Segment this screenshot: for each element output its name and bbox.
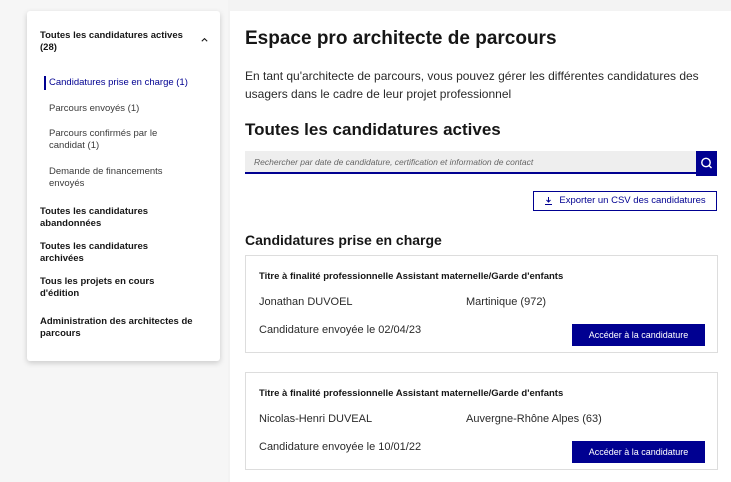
candidate-name: Jonathan DUVOEL [259,296,353,308]
sidebar-item-archivees[interactable]: Toutes les candidatures archivées [40,241,160,265]
section-title: Toutes les candidatures actives [245,120,501,139]
candidature-card: Titre à finalité professionnelle Assista… [245,255,718,353]
search-button[interactable] [696,151,717,176]
page-title: Espace pro architecte de parcours [245,28,557,49]
candidate-name: Nicolas-Henri DUVEAL [259,413,373,425]
sidebar-item-abandonnees[interactable]: Toutes les candidatures abandonnées [40,206,170,230]
open-candidature-button[interactable]: Accéder à la candidature [572,441,705,463]
sidebar-nav: Toutes les candidatures actives (28) Can… [27,11,220,361]
main-content: Espace pro architecte de parcours En tan… [230,11,731,482]
candidature-card: Titre à finalité professionnelle Assista… [245,372,718,470]
download-icon [545,197,553,205]
search-icon [701,157,712,169]
sidebar-item-projets-edition[interactable]: Tous les projets en cours d'édition [40,276,170,300]
list-title: Candidatures prise en charge [245,232,442,248]
candidate-region: Martinique (972) [466,296,547,308]
sidebar-item-administration[interactable]: Administration des architectes de parcou… [40,316,205,340]
search-input[interactable]: Rechercher par date de candidature, cert… [245,151,696,174]
sidebar-section-active[interactable]: Toutes les candidatures actives (28) [40,30,190,54]
sidebar-item-parcours-confirmes[interactable]: Parcours confirmés par le candidat (1) [49,128,169,152]
export-csv-label: Exporter un CSV des candidatures [559,195,706,206]
active-indicator [44,76,46,90]
candidate-region: Auvergne-Rhône Alpes (63) [466,413,602,425]
sidebar-item-parcours-envoyes[interactable]: Parcours envoyés (1) [49,103,189,115]
sidebar-item-prise-en-charge[interactable]: Candidatures prise en charge (1) [49,77,189,89]
candidature-date: Candidature envoyée le 10/01/22 [259,441,422,453]
sidebar-item-demande-financements[interactable]: Demande de financements envoyés [49,166,174,190]
open-candidature-button[interactable]: Accéder à la candidature [572,324,705,346]
candidature-date: Candidature envoyée le 02/04/23 [259,324,422,336]
export-csv-button[interactable]: Exporter un CSV des candidatures [533,191,717,211]
card-title: Titre à finalité professionnelle Assista… [259,388,564,399]
chevron-up-icon[interactable] [200,35,209,44]
intro-text: En tant qu'architecte de parcours, vous … [245,69,699,101]
card-title: Titre à finalité professionnelle Assista… [259,271,564,282]
